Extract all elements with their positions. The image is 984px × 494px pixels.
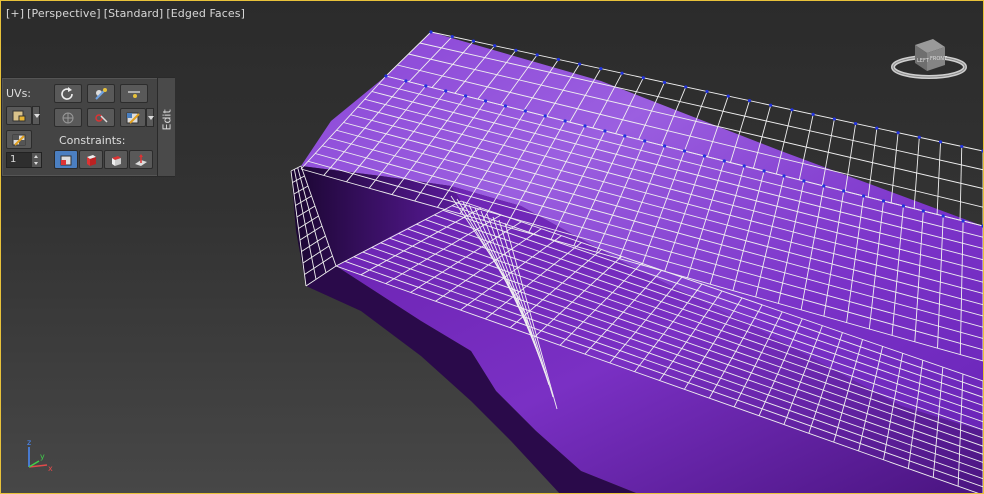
uv-channel-value: 1 xyxy=(10,154,17,165)
axis-z-label: z xyxy=(27,438,31,447)
vertex-constraint-button[interactable] xyxy=(54,150,78,169)
viewport-menu-perspective[interactable]: [Perspective] xyxy=(27,7,101,20)
viewport-menu-plus[interactable]: [+] xyxy=(6,7,24,20)
viewcube-left-label: LEFT xyxy=(917,58,930,64)
uv-channel-dropdown[interactable] xyxy=(32,106,40,125)
uv-edit-panel: UVs: 1 Constraints: Edit xyxy=(1,77,175,177)
uv-channel-spinner[interactable]: 1 xyxy=(6,152,42,168)
constraints-label: Constraints: xyxy=(59,134,126,147)
plane-constraint-icon xyxy=(135,153,147,166)
checker-map-button[interactable] xyxy=(6,130,32,149)
grid-button[interactable] xyxy=(54,108,82,127)
element-constraint-button[interactable] xyxy=(104,150,128,169)
rotate-icon xyxy=(61,86,73,100)
spinner-down-arrow[interactable] xyxy=(32,160,41,167)
pick-uv-icon xyxy=(95,87,107,100)
peel-icon xyxy=(95,113,108,123)
grid-icon xyxy=(62,112,74,123)
pick-uv-button[interactable] xyxy=(87,84,115,103)
edit-tab[interactable]: Edit xyxy=(157,78,175,176)
rotate-button[interactable] xyxy=(54,84,82,103)
edit-uv-dropdown[interactable] xyxy=(146,108,154,127)
perspective-viewport[interactable]: [+] [Perspective] [Standard] [Edged Faces] … xyxy=(0,0,984,494)
plane-constraint-button[interactable] xyxy=(129,150,153,169)
uv-lock-icon xyxy=(12,110,26,121)
viewport-menu-edged-faces[interactable]: [Edged Faces] xyxy=(166,7,245,20)
element-constraint-icon xyxy=(112,155,121,166)
axis-x-label: x xyxy=(48,464,53,473)
mesh-object[interactable] xyxy=(1,1,983,493)
face-constraint-icon xyxy=(87,154,96,166)
uv-channel-button[interactable] xyxy=(6,106,32,125)
viewport-menu-shading[interactable]: [Standard] xyxy=(104,7,164,20)
axis-y-label: y xyxy=(40,452,45,461)
viewcube-icon[interactable]: LEFT FRONT xyxy=(889,31,969,83)
viewcube-front-label: FRONT xyxy=(930,56,948,62)
vertex-constraint-icon xyxy=(60,155,72,165)
checker-map-icon xyxy=(12,134,26,146)
uvs-label: UVs: xyxy=(6,87,32,100)
edit-tab-label: Edit xyxy=(160,109,174,131)
viewport-label[interactable]: [+] [Perspective] [Standard] [Edged Faces] xyxy=(6,7,248,20)
edit-uv-button[interactable] xyxy=(120,108,146,127)
move-uv-button[interactable] xyxy=(120,84,148,103)
spinner-up-arrow[interactable] xyxy=(32,153,41,160)
edit-uv-icon xyxy=(126,112,140,124)
face-constraint-button[interactable] xyxy=(79,150,103,169)
peel-button[interactable] xyxy=(87,108,115,127)
axis-tripod-icon: z x y xyxy=(27,438,53,473)
move-icon xyxy=(128,90,140,98)
